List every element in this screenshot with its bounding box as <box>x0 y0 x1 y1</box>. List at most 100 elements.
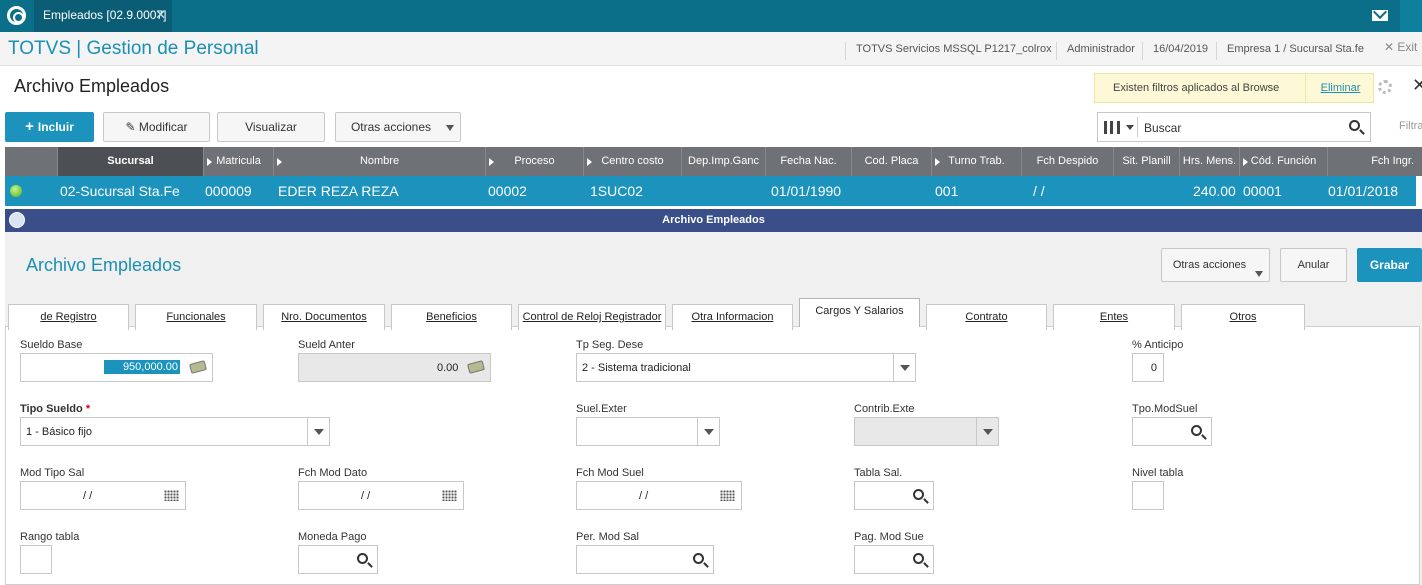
cell-hrs-mens: 240.00 <box>1193 183 1236 199</box>
tab-otra-informacion[interactable]: Otra Informacion <box>672 304 793 330</box>
tab-control-reloj[interactable]: Control de Reloj Registrador <box>518 304 666 330</box>
topbar-separator <box>1400 0 1422 32</box>
contrib-exte-select[interactable] <box>854 417 999 446</box>
tab-close-icon[interactable]: ✕ <box>155 0 166 30</box>
search-icon[interactable] <box>913 489 924 500</box>
page-title: Archivo Empleados <box>14 76 170 96</box>
chevron-down-icon[interactable] <box>893 354 915 381</box>
tabla-sal-field[interactable] <box>854 481 934 510</box>
tp-seg-select[interactable]: 2 - Sistema tradicional <box>576 353 916 382</box>
suel-exter-select[interactable] <box>576 417 720 446</box>
chevron-down-icon <box>446 125 454 131</box>
column-header[interactable]: Cod. Placa <box>851 147 931 176</box>
view-button[interactable]: Visualizar <box>217 112 325 142</box>
column-header[interactable]: Sit. Planill <box>1113 147 1179 176</box>
chevron-down-icon[interactable] <box>697 418 719 445</box>
column-header[interactable]: Fch Despido <box>1021 147 1113 176</box>
rango-tabla-label: Rango tabla <box>20 531 80 543</box>
sueldo-base-field[interactable]: 950,000.00 <box>20 353 213 382</box>
columns-icon[interactable] <box>1104 121 1120 134</box>
nivel-tabla-field[interactable] <box>1132 481 1164 510</box>
search-icon[interactable] <box>913 553 924 564</box>
filter-label[interactable]: Filtra <box>1399 120 1422 132</box>
modify-button[interactable]: ✎ Modificar <box>103 112 210 142</box>
anticipo-field[interactable]: 0 <box>1132 353 1164 382</box>
tipo-sueldo-select[interactable]: 1 - Básico fijo <box>20 417 330 446</box>
chevron-down-icon[interactable] <box>307 418 329 445</box>
fch-mod-suel-date[interactable]: / / <box>576 481 742 510</box>
tab-otros[interactable]: Otros <box>1181 304 1305 330</box>
money-icon[interactable] <box>466 360 486 374</box>
tpo-modsuel-field[interactable] <box>1132 417 1212 446</box>
calendar-icon[interactable] <box>720 490 735 501</box>
search-input[interactable]: Buscar <box>1144 121 1181 135</box>
column-header-label: Matricula <box>216 155 261 167</box>
tab-nro-documentos[interactable]: Nro. Documentos <box>263 304 385 330</box>
dialog-title-bar: Archivo Empleados <box>5 209 1422 232</box>
gear-icon[interactable] <box>1378 80 1392 94</box>
column-header[interactable]: Turno Trab. <box>931 147 1021 176</box>
tab-funcionales[interactable]: Funcionales <box>135 304 257 330</box>
column-header[interactable]: Dep.Imp.Ganc <box>681 147 765 176</box>
cancel-button[interactable]: Anular <box>1280 248 1347 282</box>
column-header[interactable]: Hrs. Mens. <box>1179 147 1239 176</box>
tab-beneficios[interactable]: Beneficios <box>391 304 512 330</box>
column-header-label: Proceso <box>514 155 555 167</box>
exit-button[interactable]: ✕ Exit <box>1384 40 1417 54</box>
column-header[interactable]: Matricula <box>203 147 273 176</box>
moneda-pago-field[interactable] <box>298 545 378 574</box>
chevron-down-icon[interactable] <box>1126 125 1134 130</box>
search-icon[interactable] <box>1191 425 1202 436</box>
other-actions-button[interactable]: Otras acciones <box>335 112 461 142</box>
column-header[interactable]: Nombre <box>273 147 485 176</box>
required-marker: * <box>85 403 91 415</box>
tab-entes[interactable]: Entes <box>1053 304 1175 330</box>
fch-mod-suel-value: / / <box>639 490 649 502</box>
column-header[interactable]: Fch Ingr. <box>1327 147 1422 176</box>
search-icon[interactable] <box>1349 120 1360 131</box>
sueldo-base-value: 950,000.00 <box>104 360 180 374</box>
table-row[interactable]: 02-Sucursal Sta.Fe 000009 EDER REZA REZA… <box>5 176 1416 206</box>
chevron-down-icon <box>1255 271 1263 277</box>
fch-mod-dato-label: Fch Mod Dato <box>298 467 368 479</box>
column-header[interactable]: Proceso <box>485 147 583 176</box>
tab-contrato[interactable]: Contrato <box>926 304 1047 330</box>
rango-tabla-field[interactable] <box>20 545 52 574</box>
app-header: TOTVS | Gestion de Personal TOTVS Servic… <box>0 32 1422 66</box>
pag-mod-sue-field[interactable] <box>854 545 934 574</box>
column-header[interactable]: Cód. Función <box>1239 147 1327 176</box>
tab-label: Empleados [02.9.0007] <box>43 8 167 22</box>
remove-filter-link[interactable]: Eliminar <box>1305 74 1375 102</box>
fch-mod-suel-label: Fch Mod Suel <box>576 467 644 479</box>
fch-mod-dato-date[interactable]: / / <box>298 481 464 510</box>
include-label: Incluir <box>37 120 74 134</box>
per-mod-sal-field[interactable] <box>576 545 714 574</box>
tab-empleados[interactable]: Empleados [02.9.0007] ✕ <box>34 0 172 32</box>
column-header[interactable]: Fecha Nac. <box>765 147 851 176</box>
include-button[interactable]: + Incluir <box>5 112 94 142</box>
money-icon[interactable] <box>188 360 208 374</box>
filter-banner-text: Existen filtros aplicados al Browse <box>1113 82 1280 94</box>
search-icon[interactable] <box>357 553 368 564</box>
tab-de-registro[interactable]: de Registro <box>8 304 129 330</box>
column-header[interactable]: Sucursal <box>57 147 203 176</box>
sueld-anter-field[interactable]: 0.00 <box>298 353 491 382</box>
chevron-down-icon[interactable] <box>976 418 998 445</box>
column-header[interactable]: Centro costo <box>583 147 681 176</box>
mail-icon[interactable] <box>1372 10 1388 21</box>
mod-tipo-sal-label: Mod Tipo Sal <box>20 467 85 479</box>
app-logo-icon[interactable] <box>7 6 26 25</box>
search-box[interactable]: Buscar <box>1097 112 1371 142</box>
pag-mod-sue-label: Pag. Mod Sue <box>854 531 924 543</box>
dialog-other-actions-button[interactable]: Otras acciones <box>1161 248 1270 282</box>
search-icon[interactable] <box>693 553 704 564</box>
calendar-icon[interactable] <box>164 490 179 501</box>
close-icon[interactable]: ✕ <box>1412 75 1422 96</box>
tab-cargos-salarios[interactable]: Cargos Y Salarios <box>799 298 920 327</box>
tp-seg-value: 2 - Sistema tradicional <box>582 362 691 374</box>
dialog-other-actions-label: Otras acciones <box>1172 259 1247 271</box>
mod-tipo-sal-date[interactable]: / / <box>20 481 186 510</box>
sueld-anter-label: Sueld Anter <box>298 339 355 351</box>
save-button[interactable]: Grabar <box>1357 248 1422 282</box>
calendar-icon[interactable] <box>442 490 457 501</box>
